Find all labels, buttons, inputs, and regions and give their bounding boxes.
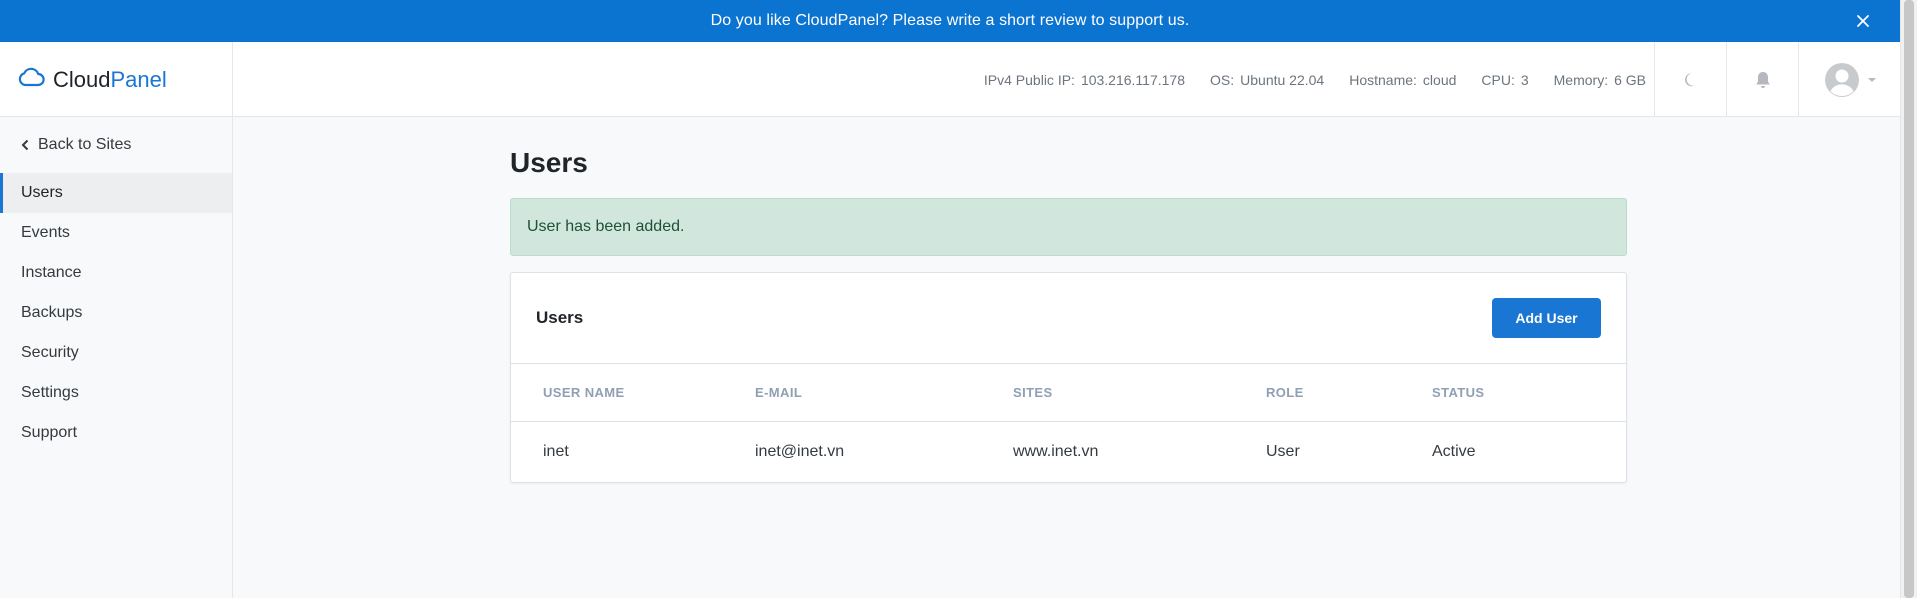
success-alert-message: User has been added.	[527, 218, 685, 235]
close-icon-svg	[1857, 15, 1869, 27]
caret-down-icon	[1867, 77, 1876, 82]
top-header: CloudPanel IPv4 Public IP: 103.216.117.1…	[0, 42, 1900, 117]
column-header-email[interactable]: E-Mail	[755, 364, 1013, 422]
brand-name: CloudPanel	[53, 66, 167, 92]
chevron-left-icon	[21, 139, 29, 151]
cell-role: User	[1266, 442, 1300, 460]
notifications-button[interactable]	[1726, 42, 1798, 117]
sidebar-item-label: Settings	[21, 384, 79, 401]
page-title: Users	[510, 147, 588, 178]
sidebar-item-label: Support	[21, 424, 78, 441]
sidebar-item-label: Events	[21, 224, 70, 241]
server-info-label: CPU:	[1481, 71, 1515, 88]
sidebar-item-backups[interactable]: Backups	[0, 293, 232, 333]
close-icon[interactable]	[1852, 10, 1874, 32]
server-info-memory: Memory: 6 GB	[1554, 72, 1646, 88]
server-info-value: cloud	[1422, 71, 1457, 88]
brand-name-part2: Panel	[110, 66, 167, 92]
server-info-value: Ubuntu 22.04	[1240, 71, 1325, 88]
server-info: IPv4 Public IP: 103.216.117.178 OS: Ubun…	[984, 42, 1646, 117]
users-card: Users Add User User Name E-Mail Sites Ro…	[510, 272, 1627, 483]
vertical-scrollbar[interactable]	[1900, 0, 1917, 598]
scrollbar-thumb[interactable]	[1904, 0, 1914, 598]
back-to-sites-link[interactable]: Back to Sites	[0, 117, 232, 173]
review-banner-message: Do you like CloudPanel? Please write a s…	[710, 12, 1190, 29]
brand-logo[interactable]: CloudPanel	[0, 42, 233, 117]
sidebar-item-users[interactable]: Users	[0, 173, 232, 213]
back-to-sites-label: Back to Sites	[38, 136, 132, 153]
users-card-header: Users Add User	[511, 273, 1626, 364]
sidebar-item-security[interactable]: Security	[0, 333, 232, 373]
server-info-value: 3	[1520, 71, 1529, 88]
sidebar-item-label: Instance	[21, 264, 82, 281]
table-row[interactable]: inet inet@inet.vn www.inet.vn User Activ…	[511, 421, 1626, 482]
server-info-value: 6 GB	[1614, 71, 1646, 88]
server-info-label: IPv4 Public IP:	[983, 71, 1075, 88]
app-root: Do you like CloudPanel? Please write a s…	[0, 0, 1917, 598]
add-user-button[interactable]: Add User	[1492, 298, 1601, 338]
server-info-label: OS:	[1210, 71, 1235, 88]
cell-status: Active	[1432, 442, 1476, 460]
header-actions	[1654, 42, 1900, 117]
sidebar-item-label: Users	[21, 184, 63, 201]
server-info-cpu: CPU: 3	[1481, 72, 1528, 88]
column-header-sites[interactable]: Sites	[1013, 364, 1266, 422]
success-alert: User has been added.	[510, 198, 1627, 256]
column-header-user-name[interactable]: User Name	[511, 364, 755, 422]
sidebar-item-settings[interactable]: Settings	[0, 373, 232, 413]
dark-mode-toggle[interactable]	[1654, 42, 1726, 117]
review-banner: Do you like CloudPanel? Please write a s…	[0, 0, 1900, 42]
sidebar-item-support[interactable]: Support	[0, 413, 232, 453]
users-card-title: Users	[536, 308, 584, 327]
column-header-status[interactable]: Status	[1432, 364, 1626, 422]
sidebar-item-instance[interactable]: Instance	[0, 253, 232, 293]
cell-user-name: inet	[543, 442, 569, 460]
server-info-hostname: Hostname: cloud	[1349, 72, 1456, 88]
sidebar-item-label: Security	[21, 344, 79, 361]
server-info-label: Memory:	[1553, 71, 1609, 88]
user-menu[interactable]	[1798, 42, 1900, 117]
cloud-logo-icon	[17, 65, 45, 94]
bell-icon	[1755, 71, 1770, 88]
server-info-value: 103.216.117.178	[1080, 71, 1186, 88]
moon-icon	[1684, 72, 1694, 86]
sidebar-item-events[interactable]: Events	[0, 213, 232, 253]
sidebar: Back to Sites Users Events Instance Back…	[0, 117, 233, 598]
table-header-row: User Name E-Mail Sites Role Status	[511, 364, 1626, 422]
server-info-label: Hostname:	[1349, 71, 1417, 88]
users-table: User Name E-Mail Sites Role Status inet …	[511, 364, 1626, 482]
main-content: Users User has been added. Users Add Use…	[233, 117, 1900, 598]
sidebar-item-label: Backups	[21, 304, 83, 321]
brand-name-part1: Cloud	[53, 66, 111, 92]
column-header-role[interactable]: Role	[1266, 364, 1432, 422]
server-info-ip: IPv4 Public IP: 103.216.117.178	[984, 72, 1185, 88]
server-info-os: OS: Ubuntu 22.04	[1210, 72, 1324, 88]
avatar	[1824, 62, 1859, 97]
cell-sites: www.inet.vn	[1013, 442, 1099, 460]
cell-email: inet@inet.vn	[755, 442, 845, 460]
